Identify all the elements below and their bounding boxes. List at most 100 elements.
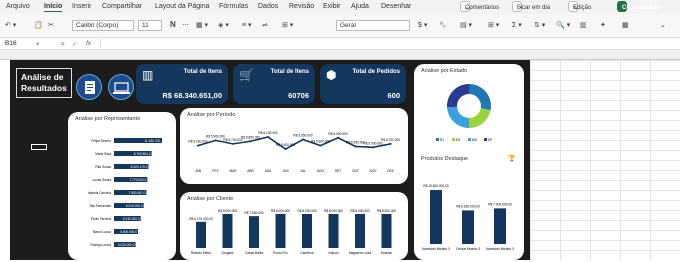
currency-icon[interactable]: $ ▾ bbox=[418, 21, 427, 29]
selected-cell[interactable] bbox=[31, 144, 47, 150]
period-value-label: R$ 5.900.000 bbox=[206, 134, 225, 138]
name-box-arrow-icon[interactable]: ▾ bbox=[36, 40, 39, 48]
rep-category-label: Tais Fernandes bbox=[89, 204, 111, 208]
paste-icon[interactable]: 📋 bbox=[34, 21, 43, 29]
period-chart: R$ 5.600.000 JAN R$ 5.900.000 FEV R$ 5.700.0… bbox=[188, 131, 400, 173]
client-value-label: R$ 8.000.000 bbox=[218, 209, 237, 213]
rep-value-label: 7.550.467,0 bbox=[129, 191, 146, 195]
kpi-value: 60706 bbox=[288, 91, 309, 100]
period-month-label: JAN bbox=[195, 169, 202, 173]
state-slice bbox=[469, 108, 491, 128]
products-chart: R$ 10.600.000,00 Notebook Modelo 3 R$ 6.63… bbox=[422, 184, 514, 251]
bold-button[interactable]: N bbox=[170, 20, 176, 29]
client-category-label: Drogasil bbox=[222, 251, 234, 255]
decimal-icon[interactable]: ⁰₀ bbox=[440, 21, 446, 29]
dashboard-title: Análise de Resultados bbox=[16, 68, 72, 98]
rep-category-label: Marco Lucca bbox=[93, 230, 111, 234]
client-chart: R$ 6.170.000,00 Ricardo Eletro R$ 8.000.00… bbox=[189, 209, 396, 255]
conditional-format-icon[interactable]: ▤ ▾ bbox=[460, 21, 472, 29]
box-icon: ⬢ bbox=[326, 68, 337, 82]
product-bar bbox=[494, 208, 506, 244]
ribbon-collapse-icon[interactable]: ⌄ bbox=[660, 21, 666, 29]
state-slice bbox=[447, 106, 469, 128]
comments-button[interactable]: ▭ Comentários bbox=[460, 1, 499, 12]
tab-dados[interactable]: Dados bbox=[258, 3, 278, 10]
client-value-label: R$ 8.000.000 bbox=[297, 209, 316, 213]
tab-desenhar[interactable]: Desenhar bbox=[381, 3, 411, 10]
number-format-value: Geral bbox=[340, 22, 356, 29]
sort-filter-icon[interactable]: ⇅ ▾ bbox=[534, 21, 545, 29]
sheet-grid[interactable] bbox=[530, 60, 680, 260]
rep-value-label: 7.770.000,0 bbox=[130, 178, 147, 182]
number-format-select[interactable]: Geral bbox=[336, 20, 410, 31]
rep-category-label: Isabela Carolina bbox=[88, 191, 111, 195]
product-value-label: R$ 6.630.000,00 bbox=[456, 204, 480, 208]
kpi-value: 600 bbox=[387, 91, 400, 100]
period-month-label: FEV bbox=[212, 169, 219, 173]
tab-layout[interactable]: Layout da Página bbox=[155, 3, 210, 10]
share-label: Compartilhar bbox=[622, 5, 660, 11]
name-box[interactable]: B16 bbox=[5, 40, 17, 47]
period-value-label: R$ 5.700.000 bbox=[381, 138, 400, 142]
period-value-label: R$ 5.400.000 bbox=[276, 143, 295, 147]
client-card: Análise por Cliente R$ 6.170.000,00 Ricar… bbox=[180, 192, 408, 260]
period-card: Análise por Período R$ 5.600.000 JAN R$ 5.… bbox=[180, 108, 408, 184]
formula-input[interactable] bbox=[100, 39, 675, 48]
period-value-label: R$ 6.050.000 bbox=[328, 132, 347, 136]
sum-icon[interactable]: Σ ▾ bbox=[512, 21, 522, 29]
rep-value-label: 6.230.000,0 bbox=[123, 217, 140, 221]
tab-arquivo[interactable]: Arquivo bbox=[6, 3, 30, 10]
state-legend-swatch bbox=[468, 138, 471, 141]
catchup-button[interactable]: ↗ Ficar em dia bbox=[512, 1, 550, 12]
period-month-label: MAI bbox=[265, 169, 271, 173]
rep-category-label: Rita Souza bbox=[95, 165, 111, 169]
font-size-select[interactable]: 11 bbox=[138, 20, 162, 31]
client-bar bbox=[196, 221, 206, 248]
period-point bbox=[389, 142, 392, 145]
editing-button[interactable]: ✎ Edição bbox=[568, 1, 591, 12]
tab-exibir[interactable]: Exibir bbox=[323, 3, 341, 10]
rep-category-label: Felipe Severo bbox=[91, 139, 111, 143]
client-category-label: Amazon bbox=[381, 251, 393, 255]
tab-inserir[interactable]: Inserir bbox=[72, 3, 91, 10]
editing-label: Edição bbox=[573, 5, 592, 11]
state-legend-label: MG bbox=[472, 138, 478, 142]
period-value-label: R$ 5.500.000 bbox=[363, 141, 382, 145]
format-painter-icon[interactable]: ✂ bbox=[48, 21, 54, 29]
tab-revisao[interactable]: Revisão bbox=[289, 3, 314, 10]
wrap-text-icon[interactable]: ⇌ bbox=[262, 21, 268, 29]
tab-formulas[interactable]: Fórmulas bbox=[219, 3, 248, 10]
more-icon[interactable]: ⋯ bbox=[182, 21, 189, 29]
report-icon[interactable] bbox=[76, 74, 102, 100]
fill-color-icon[interactable]: ◈ ▾ bbox=[218, 21, 229, 29]
font-select[interactable]: Calibri (Corpo) bbox=[72, 20, 134, 31]
undo-icon[interactable]: ↶ ▾ bbox=[5, 21, 16, 29]
tab-inicio[interactable]: Início bbox=[44, 3, 63, 12]
borders-icon[interactable]: ▦ ▾ bbox=[196, 21, 208, 29]
rep-category-label: Rodrigo Lucca bbox=[90, 243, 111, 247]
find-icon[interactable]: 🔍 ▾ bbox=[556, 21, 570, 29]
client-bar bbox=[302, 214, 312, 248]
align-icon[interactable]: ≡ ▾ bbox=[242, 21, 252, 29]
merge-icon[interactable]: ⊞ ▾ bbox=[282, 21, 293, 29]
product-category-label: Celular Modelo 3 bbox=[456, 247, 480, 251]
rep-value-label: 5.600.000,0 bbox=[120, 230, 137, 234]
laptop-icon[interactable] bbox=[108, 74, 134, 100]
period-point bbox=[337, 136, 339, 139]
tab-compartilhar[interactable]: Compartilhar bbox=[102, 3, 142, 10]
copilot-icon[interactable]: ✦ bbox=[600, 21, 606, 29]
enter-icon[interactable]: ✓ bbox=[72, 40, 77, 48]
cancel-icon[interactable]: ✕ bbox=[60, 40, 65, 48]
rep-chart: Felipe Severo 11.180.700, Maria Silva 8.760… bbox=[88, 138, 162, 247]
tab-ajuda[interactable]: Ajuda bbox=[351, 3, 369, 10]
addins-icon[interactable]: ▦ bbox=[622, 21, 629, 29]
analyze-icon[interactable]: ▥ bbox=[580, 21, 587, 29]
period-point bbox=[267, 135, 269, 138]
state-legend-swatch bbox=[484, 138, 487, 141]
insert-cells-icon[interactable]: ⊞ ▾ bbox=[488, 21, 499, 29]
ribbon-toolbar: ↶ ▾ 📋 ✂ Calibri (Corpo) 11 N ⋯ ▦ ▾ ◈ ▾ ≡… bbox=[0, 14, 680, 38]
dashboard-title-line2: Resultados bbox=[21, 83, 67, 93]
client-category-label: Carrefour bbox=[300, 251, 314, 255]
client-value-label: R$ 8.000.000 bbox=[377, 209, 396, 213]
share-button[interactable]: Compartilhar bbox=[617, 1, 659, 12]
